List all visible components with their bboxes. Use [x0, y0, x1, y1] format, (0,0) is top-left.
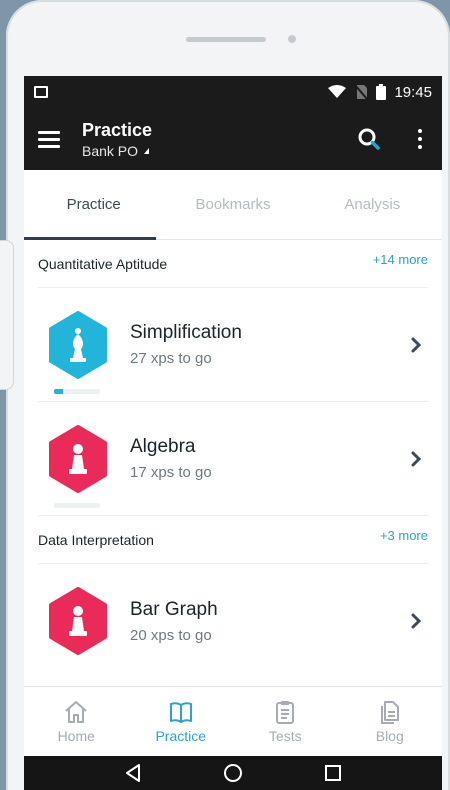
section-title: Quantitative Aptitude [38, 255, 168, 272]
topic-item-bar-graph[interactable]: Bar Graph 20 xps to go [38, 564, 428, 678]
chevron-right-icon [411, 451, 422, 466]
tab-practice[interactable]: Practice [24, 170, 163, 239]
section-header: Data Interpretation +3 more [38, 516, 428, 564]
clipboard-icon [276, 700, 295, 724]
nav-home[interactable]: Home [24, 687, 129, 756]
phone-speaker [186, 37, 266, 42]
home-icon [65, 700, 87, 723]
more-topics-link[interactable]: +3 more [380, 528, 428, 543]
topic-badge [48, 587, 108, 655]
topic-badge [48, 310, 108, 394]
bottom-navigation: Home Practice Tests Blog [24, 686, 442, 756]
back-icon[interactable] [124, 763, 142, 783]
nav-blog-label: Blog [375, 727, 404, 744]
document-icon [380, 700, 399, 724]
topic-progress-bar [54, 388, 100, 394]
topic-title: Simplification [130, 322, 242, 343]
nav-practice-label: Practice [155, 727, 207, 744]
hamburger-menu-icon[interactable] [38, 130, 60, 148]
topic-xp-remaining: 17 xps to go [130, 464, 212, 481]
more-topics-link[interactable]: +14 more [373, 252, 428, 267]
search-icon[interactable] [358, 128, 380, 150]
app-bar: Practice Bank PO [24, 108, 442, 170]
phone-side-button [0, 240, 14, 390]
nav-tests-label: Tests [268, 727, 302, 744]
no-sim-icon [354, 84, 369, 100]
screen: 19:45 Practice Bank PO Practice Bookmark… [24, 76, 442, 790]
battery-icon [376, 84, 387, 100]
overflow-menu-icon[interactable] [418, 129, 422, 149]
topic-title: Algebra [130, 436, 196, 457]
book-icon [169, 701, 192, 723]
dropdown-caret-icon [144, 148, 150, 154]
topic-title: Bar Graph [130, 598, 218, 620]
chevron-right-icon [411, 337, 422, 352]
phone-camera [288, 35, 296, 43]
tab-analysis[interactable]: Analysis [303, 170, 442, 239]
topic-xp-remaining: 20 xps to go [130, 626, 212, 644]
wifi-icon [328, 85, 347, 98]
topic-item-algebra[interactable]: Algebra 17 xps to go [38, 402, 428, 516]
app-bar-titles[interactable]: Practice Bank PO [82, 119, 152, 159]
app-title: Practice [82, 120, 153, 140]
chevron-right-icon [411, 613, 422, 629]
home-circle-icon[interactable] [223, 763, 243, 783]
nav-tests[interactable]: Tests [233, 687, 338, 756]
exam-selector-label: Bank PO [82, 143, 139, 159]
topic-xp-remaining: 27 xps to go [130, 350, 212, 367]
section-title: Data Interpretation [38, 531, 154, 548]
tab-bar: Practice Bookmarks Analysis [24, 170, 442, 240]
nav-blog[interactable]: Blog [338, 687, 443, 756]
active-tab-indicator [24, 237, 156, 240]
pawn-icon [49, 587, 107, 655]
image-notification-icon [34, 86, 48, 98]
topic-badge [48, 424, 108, 508]
topic-progress-bar [54, 502, 100, 508]
system-navigation-bar [24, 756, 442, 790]
status-time: 19:45 [394, 83, 432, 101]
nav-practice[interactable]: Practice [129, 687, 234, 756]
topic-item-simplification[interactable]: Simplification 27 xps to go [38, 288, 428, 402]
recents-square-icon[interactable] [324, 764, 342, 782]
nav-home-label: Home [57, 727, 95, 744]
pawn-icon [49, 424, 107, 493]
section-header: Quantitative Aptitude +14 more [38, 240, 428, 288]
status-bar: 19:45 [24, 76, 442, 108]
exam-selector[interactable]: Bank PO [82, 143, 152, 159]
tab-bookmarks[interactable]: Bookmarks [163, 170, 302, 239]
practice-list: Quantitative Aptitude +14 more Simplific… [24, 240, 442, 710]
bishop-icon [49, 310, 107, 379]
